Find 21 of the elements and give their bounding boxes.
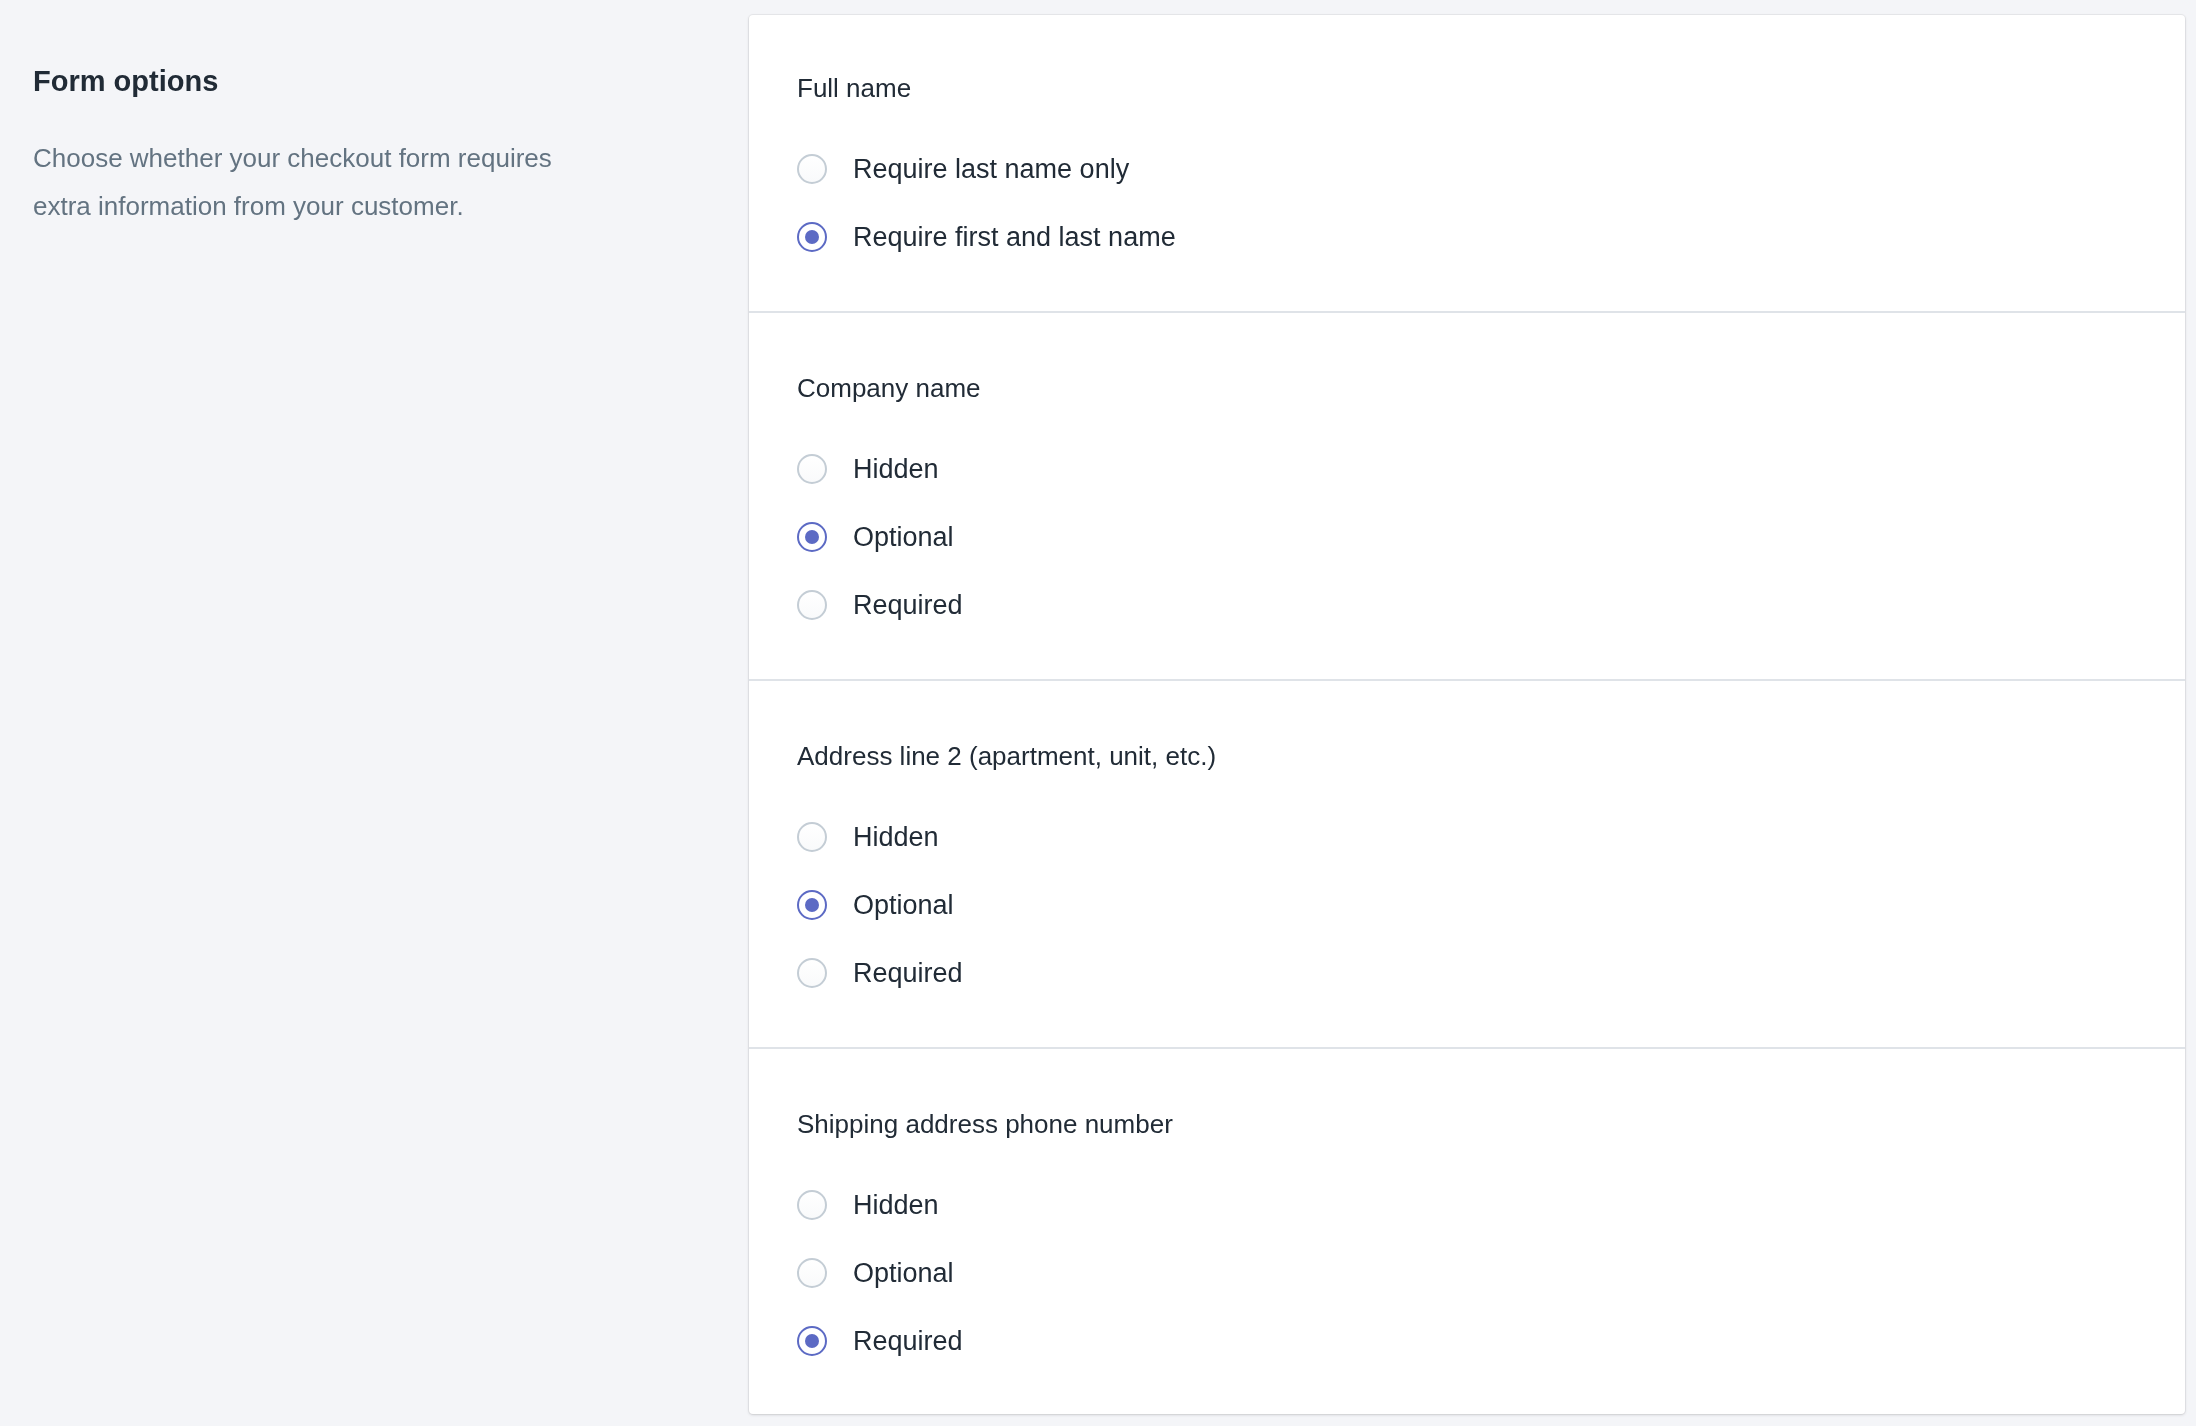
- option-label[interactable]: Optional: [853, 889, 954, 921]
- option-label[interactable]: Hidden: [853, 453, 939, 485]
- field-heading: Full name: [797, 72, 913, 105]
- field-heading: Company name: [797, 372, 982, 405]
- option-label[interactable]: Required: [853, 1325, 963, 1357]
- option-label[interactable]: Optional: [853, 1257, 954, 1289]
- option-label[interactable]: Required: [853, 589, 963, 621]
- option-label[interactable]: Require first and last name: [853, 221, 1176, 253]
- field-heading: Address line 2 (apartment, unit, etc.): [797, 740, 1218, 773]
- option-label[interactable]: Hidden: [853, 1189, 939, 1221]
- field-heading: Shipping address phone number: [797, 1108, 1174, 1141]
- option-label[interactable]: Hidden: [853, 821, 939, 853]
- section-description: Choose whether your checkout form requires extra information from your customer.: [33, 142, 553, 223]
- option-label[interactable]: Optional: [853, 521, 954, 553]
- option-label[interactable]: Require last name only: [853, 153, 1130, 185]
- radio-button[interactable]: [797, 1326, 827, 1356]
- radio-button[interactable]: [797, 890, 827, 920]
- option-label[interactable]: Required: [853, 957, 963, 989]
- section-title: Form options: [33, 65, 220, 98]
- radio-button[interactable]: [797, 222, 827, 252]
- radio-button[interactable]: [797, 522, 827, 552]
